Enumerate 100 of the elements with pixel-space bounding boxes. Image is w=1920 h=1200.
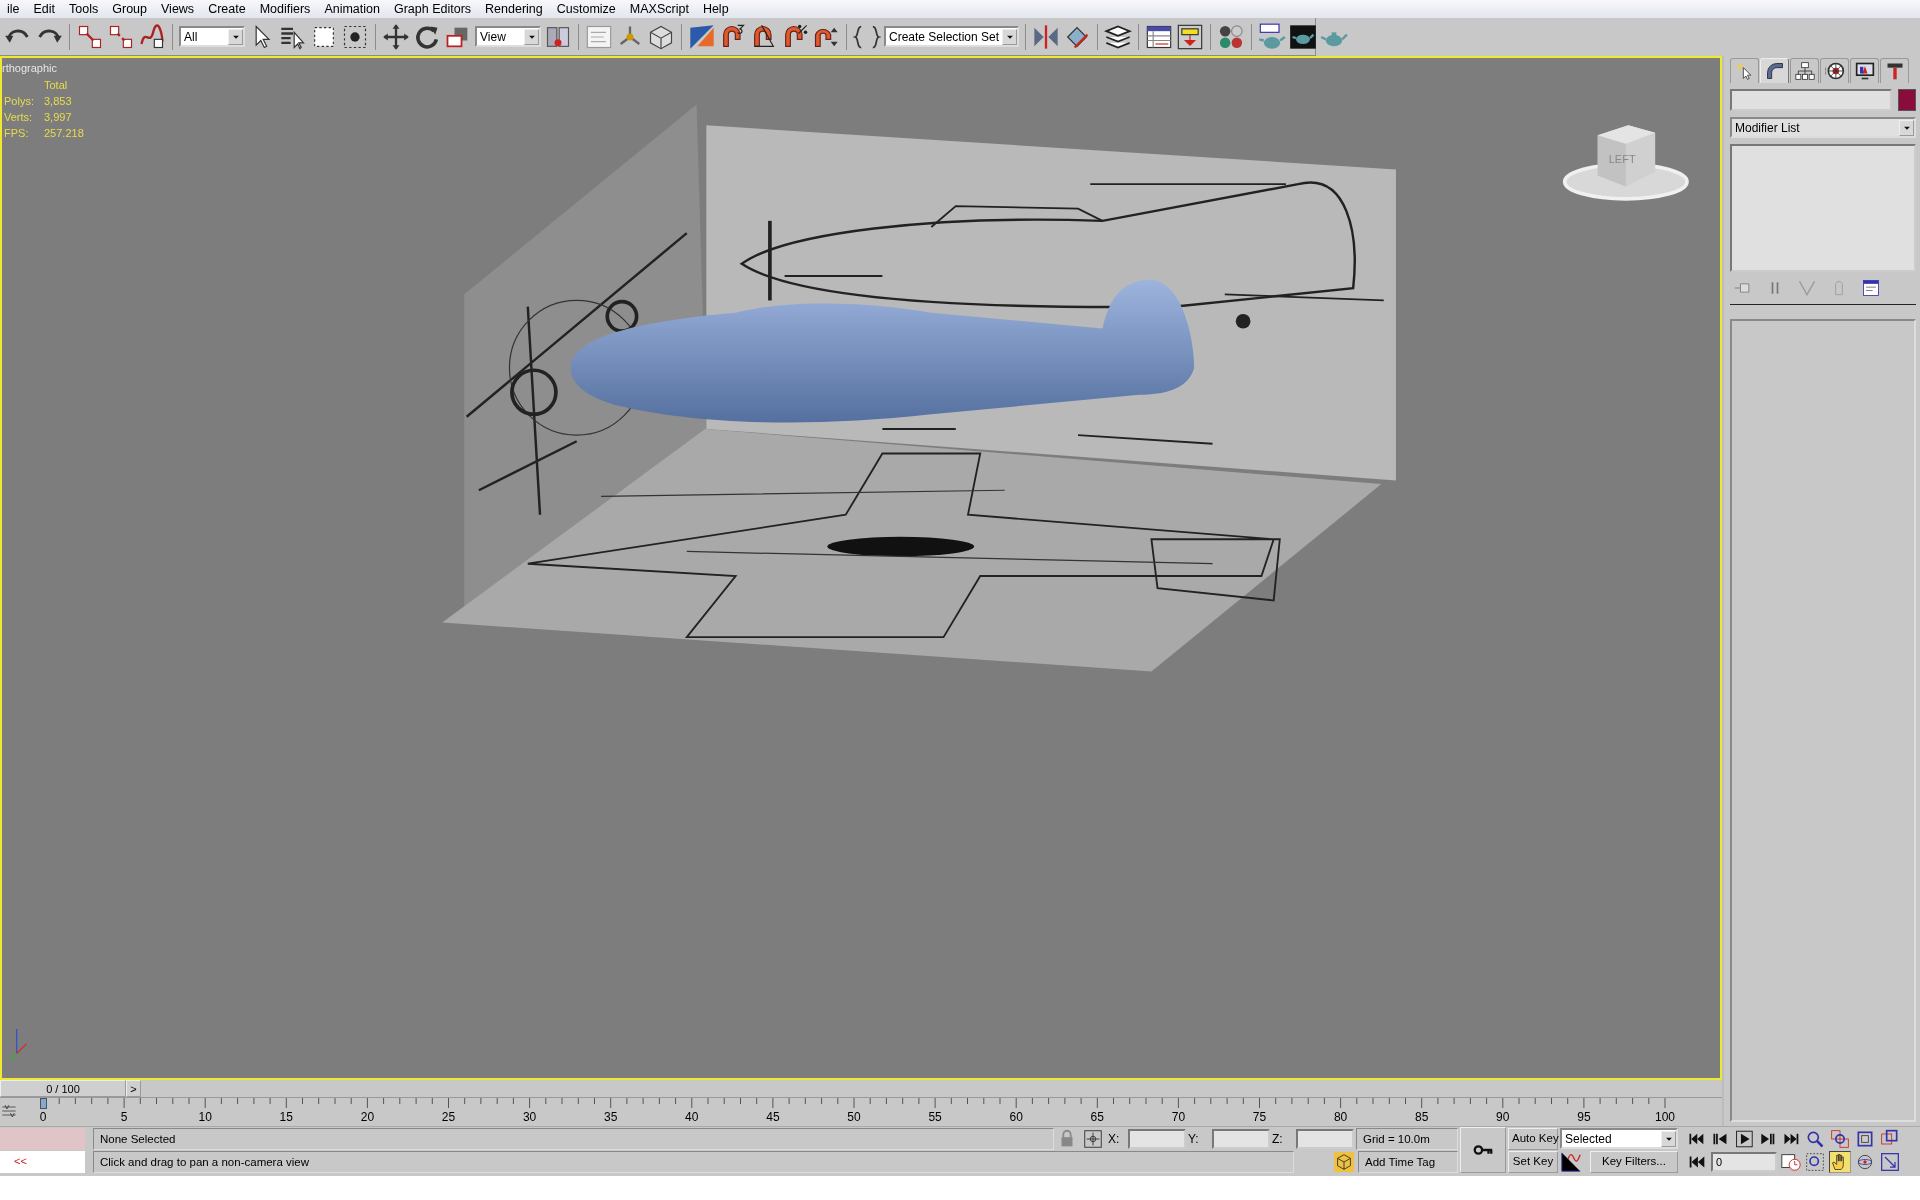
prompt-text: Click and drag to pan a non-camera view [93,1150,1294,1173]
menu-item[interactable]: Help [695,1,736,17]
maximize-icon[interactable] [1879,1150,1901,1173]
hand-icon[interactable] [1829,1150,1851,1173]
cube-icon[interactable] [1333,1150,1355,1173]
monitor-icon [1854,61,1875,81]
listener-field[interactable] [0,1127,85,1150]
key-filters-button[interactable]: Key Filters... [1590,1150,1678,1173]
menu-item[interactable]: Rendering [478,1,550,17]
menu-item[interactable]: Modifiers [252,1,318,17]
star-cursor-icon [1734,61,1755,81]
tick-label: 55 [928,1110,942,1124]
menu-item[interactable]: MAXScript [622,1,696,17]
crosshair-icon[interactable] [1082,1127,1104,1150]
tick-label: 15 [279,1110,293,1124]
stat-label: Verts: [4,110,34,125]
tick-label: 30 [522,1110,537,1124]
squiggle-icon[interactable] [138,22,166,51]
teapot-window-icon[interactable] [1258,22,1287,51]
zoom-all-icon[interactable] [1829,1127,1851,1150]
auto-key-button[interactable]: Auto Key [1508,1127,1558,1150]
tick-label: 5 [120,1110,128,1124]
zoom-region-icon[interactable] [1804,1150,1826,1173]
object-color-swatch[interactable] [1898,89,1916,111]
menu-item[interactable]: Group [105,1,154,17]
tick-label: 20 [360,1110,375,1124]
tick-label: 25 [441,1110,456,1124]
viewcube-icon[interactable] [1562,125,1689,201]
mirror-icon[interactable] [1032,22,1061,51]
panel-tab[interactable] [1790,58,1819,83]
snap-icon[interactable] [688,22,716,51]
filter-icon[interactable] [1,1103,17,1119]
modifier-list-dropdown[interactable]: Modifier List [1730,117,1916,138]
tick-label: 75 [1252,1110,1267,1124]
stat-value: 3,853 [44,94,73,109]
tick-label: 95 [1577,1110,1591,1124]
add-time-tag[interactable]: Add Time Tag [1358,1150,1458,1173]
menu-item[interactable]: Graph Editors [386,1,479,17]
menu-item[interactable]: Edit [26,1,63,17]
coordinate-label: X: [1108,1130,1121,1148]
fuselage-model[interactable] [570,279,1195,423]
coordinate-field[interactable] [1212,1128,1270,1149]
tick-label: 40 [685,1110,699,1124]
grid-size: Grid = 10.0m [1356,1127,1458,1150]
set-keys-button[interactable] [1460,1127,1506,1173]
hierarchy-icon [1794,61,1815,81]
stat-value: 3,997 [44,110,73,125]
menu-item[interactable]: ile [0,1,27,17]
menu-item[interactable]: Views [154,1,202,17]
panel-tab[interactable] [1820,58,1849,83]
reference-coordinate-dropdown[interactable]: View [475,26,541,47]
listener-toggle[interactable]: << [0,1150,85,1173]
spheres-icon[interactable] [1217,22,1246,51]
frame-marker[interactable] [40,1098,47,1109]
menu-item[interactable]: Tools [62,1,106,17]
tick-label: 60 [1009,1110,1023,1124]
tick-label: 90 [1496,1110,1510,1124]
tick-label: 65 [1090,1110,1104,1124]
teapot-frame-icon[interactable] [1289,22,1318,51]
key-mode-dropdown[interactable]: Selected [1560,1128,1678,1149]
tick-label: 85 [1415,1110,1429,1124]
track-bar[interactable]: 0 5 10 15 20 25 30 35 40 45 50 55 60 65 70 75 80 85 90 95 100 [0,1098,1722,1126]
coordinate-field[interactable] [1128,1128,1186,1149]
bent-tube-icon [1764,61,1785,81]
set-key-button[interactable]: Set Key [1508,1150,1558,1173]
selection-filter-dropdown[interactable]: All [179,26,245,47]
curve-icon[interactable] [1560,1150,1582,1173]
configure-icon[interactable] [1861,278,1881,298]
stat-label: Polys: [4,94,35,109]
tick-label: 0 [39,1110,47,1124]
tick-label: 80 [1333,1110,1348,1124]
axis-tripod-icon [8,1028,28,1062]
menu-item[interactable]: Customize [549,1,623,17]
stats-header: Total [44,78,69,93]
current-frame-field[interactable]: 0 [1711,1151,1777,1172]
time-slider-thumb[interactable]: 0 / 100 [0,1080,126,1097]
tick-label: 10 [198,1110,212,1124]
schematic-icon[interactable] [1176,22,1205,51]
tick-label: 50 [847,1110,861,1124]
stat-value: 257.218 [44,126,84,141]
coordinate-label: Z: [1272,1130,1284,1148]
tick-label: 70 [1171,1110,1186,1124]
coordinate-label: Y: [1188,1130,1200,1148]
tick-label: 35 [604,1110,618,1124]
panel-tab[interactable] [1850,58,1879,83]
name-field[interactable] [1730,89,1892,111]
tick-label: 45 [766,1110,780,1124]
menu-item[interactable]: Create [201,1,253,17]
next-frame-button[interactable]: > [126,1080,141,1097]
wheel-icon [1824,61,1845,81]
tick-label: 100 [1655,1110,1675,1124]
timeline-ruler[interactable] [58,1098,1666,1109]
coordinate-field[interactable] [1296,1128,1354,1149]
stat-label: FPS: [4,126,30,141]
move-icon[interactable] [382,22,410,51]
modifier-stack[interactable] [1730,144,1916,272]
named-selection-dropdown[interactable]: Create Selection Set [884,26,1020,47]
selection-status: None Selected [93,1127,1054,1150]
panel-tab[interactable] [1880,58,1909,83]
menu-item[interactable]: Animation [317,1,387,17]
